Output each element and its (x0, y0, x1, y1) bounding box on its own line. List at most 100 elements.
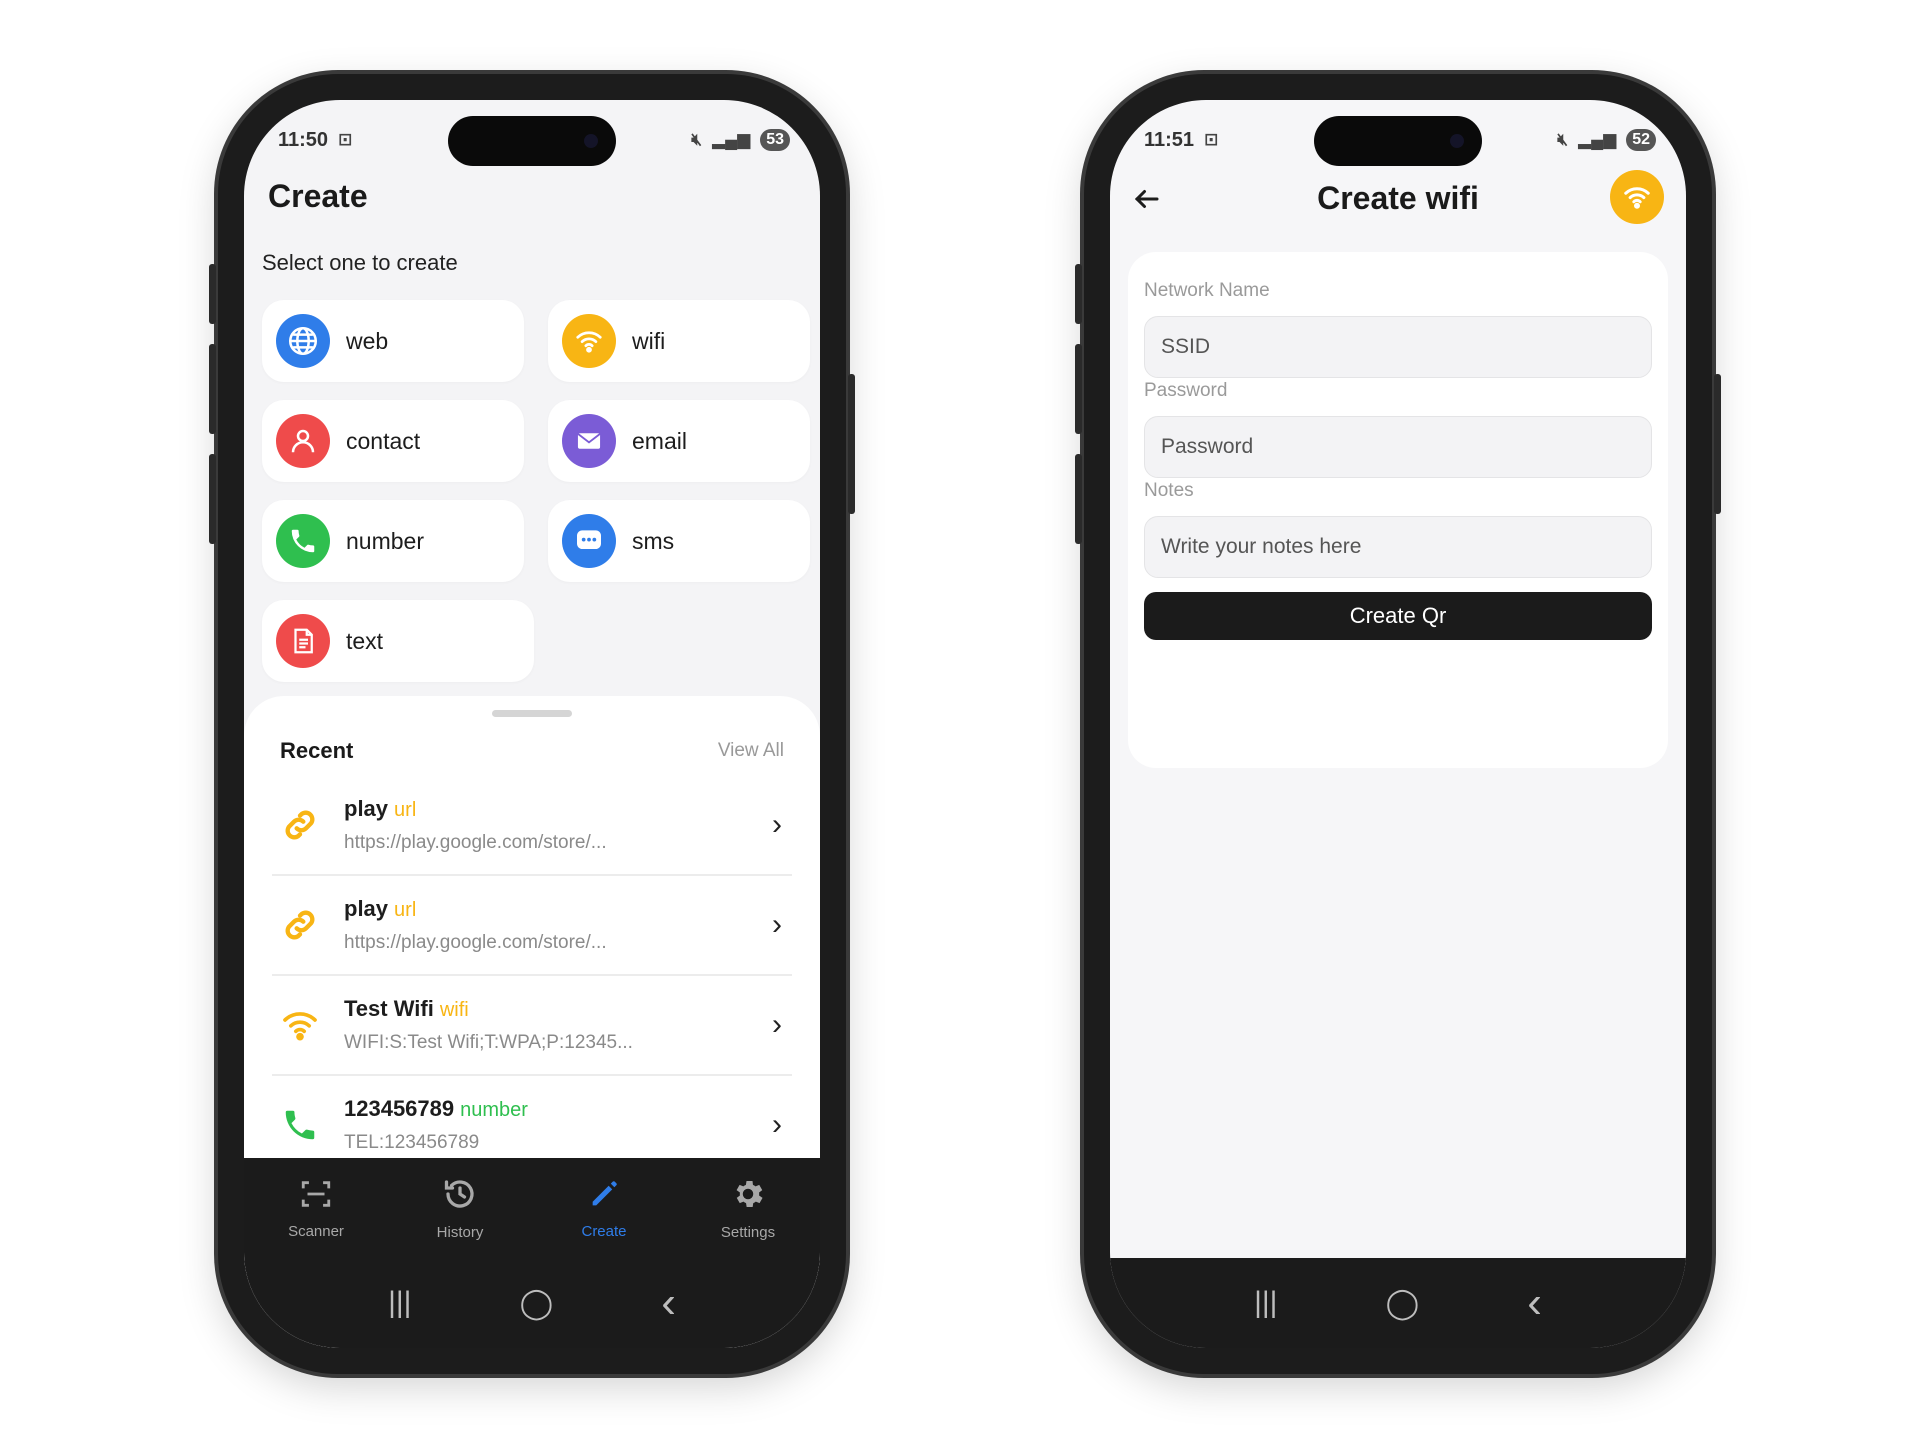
phone-side-button (848, 374, 855, 514)
home-button[interactable]: ◯ (520, 1286, 554, 1321)
chevron-right-icon: › (772, 808, 782, 841)
recent-item-type: url (394, 799, 417, 821)
back-button[interactable]: ‹ (661, 1278, 676, 1328)
recent-item-type: wifi (439, 999, 469, 1021)
view-all-link[interactable]: View All (718, 740, 784, 762)
nav-label: History (436, 1223, 484, 1241)
tile-web[interactable]: web (262, 300, 524, 382)
sheet-drag-handle[interactable] (492, 710, 572, 717)
recent-item-title: 123456789 (344, 1096, 455, 1121)
nav-label: Create (581, 1222, 627, 1240)
tile-label: email (632, 427, 687, 454)
chat-icon (562, 514, 616, 568)
history-icon (442, 1176, 478, 1218)
system-navigation-bar: ||| ◯ ‹ (244, 1258, 820, 1348)
document-icon (276, 614, 330, 668)
gear-icon (730, 1176, 766, 1218)
recent-item[interactable]: Test Wifi wifi WIFI:S:Test Wifi;T:WPA;P:1… (272, 976, 792, 1076)
create-wifi-screen: 11:51 ⊡ 🔇︎ ▂▄▆ 52 Create wifi Network Na… (1110, 100, 1686, 1348)
bottom-navigation: Scanner History Create Settings (244, 1158, 820, 1258)
signal-icon: ▂▄▆ (712, 130, 751, 149)
tile-email[interactable]: email (548, 400, 810, 482)
tile-number[interactable]: number (262, 500, 524, 582)
link-icon (272, 805, 328, 845)
battery-badge: 52 (1626, 129, 1656, 151)
scanner-icon (299, 1177, 333, 1217)
recent-item-subtitle: WIFI:S:Test Wifi;T:WPA;P:12345... (344, 1032, 633, 1053)
nav-scanner[interactable]: Scanner (256, 1177, 376, 1240)
phone-side-button (209, 454, 216, 544)
page-subtitle: Select one to create (262, 250, 458, 275)
tile-label: contact (346, 427, 421, 454)
recent-item-title: play (344, 896, 389, 921)
recent-heading: Recent (280, 738, 354, 763)
password-label: Password (1144, 380, 1228, 401)
screenshot-icon: ⊡ (338, 130, 353, 149)
recents-button[interactable]: ||| (388, 1286, 411, 1320)
wifi-icon (272, 1005, 328, 1045)
back-button[interactable]: ‹ (1527, 1278, 1542, 1328)
phone-create: 11:50 ⊡ 🔇︎ ▂▄▆ 53 Create Select one to c… (209, 74, 855, 1374)
tile-contact[interactable]: contact (262, 400, 524, 482)
nav-history[interactable]: History (400, 1176, 520, 1241)
tile-label: text (346, 627, 384, 654)
nav-label: Scanner (288, 1222, 344, 1240)
tile-text[interactable]: text (262, 600, 534, 682)
network-name-label: Network Name (1144, 280, 1270, 301)
home-button[interactable]: ◯ (1386, 1286, 1420, 1321)
mail-icon (562, 414, 616, 468)
create-qr-button[interactable]: Create Qr (1144, 592, 1652, 640)
tile-wifi[interactable]: wifi (548, 300, 810, 382)
recent-item-title: Test Wifi (344, 996, 434, 1021)
globe-icon (276, 314, 330, 368)
phone-create-wifi: 11:51 ⊡ 🔇︎ ▂▄▆ 52 Create wifi Network Na… (1075, 74, 1721, 1374)
dynamic-island (1314, 116, 1482, 166)
mute-icon: 🔇︎ (1557, 130, 1568, 149)
status-time: 11:50 (278, 128, 329, 151)
recent-item[interactable]: play url https://play.google.com/store/..… (272, 776, 792, 876)
phone-icon (272, 1106, 328, 1144)
chevron-right-icon: › (772, 908, 782, 941)
chevron-right-icon: › (772, 1108, 782, 1141)
phone-side-button (209, 344, 216, 434)
recent-item-subtitle: https://play.google.com/store/... (344, 932, 607, 953)
status-time: 11:51 (1144, 128, 1195, 151)
recent-item-type: number (460, 1099, 528, 1121)
notes-label: Notes (1144, 480, 1194, 501)
wifi-icon (562, 314, 616, 368)
phone-side-button (1714, 374, 1721, 514)
link-icon (272, 905, 328, 945)
recent-item-type: url (394, 899, 417, 921)
app-header: Create wifi (1110, 166, 1686, 246)
phone-side-button (1075, 264, 1082, 324)
create-screen: 11:50 ⊡ 🔇︎ ▂▄▆ 53 Create Select one to c… (244, 100, 820, 1348)
tile-sms[interactable]: sms (548, 500, 810, 582)
phone-side-button (209, 264, 216, 324)
ssid-input[interactable]: SSID (1144, 316, 1652, 378)
signal-icon: ▂▄▆ (1578, 130, 1617, 149)
phone-side-button (1075, 344, 1082, 434)
recents-button[interactable]: ||| (1254, 1286, 1277, 1320)
page-title: Create wifi (1317, 180, 1479, 216)
chevron-right-icon: › (772, 1008, 782, 1041)
user-icon (276, 414, 330, 468)
recent-item-subtitle: TEL:123456789 (344, 1132, 480, 1153)
recent-item-subtitle: https://play.google.com/store/... (344, 832, 607, 853)
password-input[interactable]: Password (1144, 416, 1652, 478)
notes-input[interactable]: Write your notes here (1144, 516, 1652, 578)
battery-badge: 53 (760, 129, 790, 151)
wifi-form: Network Name SSID Password Password Note… (1128, 252, 1668, 768)
tile-label: number (346, 527, 424, 554)
tile-label: sms (632, 527, 675, 554)
wifi-icon (1610, 170, 1664, 224)
screenshot-icon: ⊡ (1204, 130, 1219, 149)
pencil-icon (587, 1177, 621, 1217)
page-title: Create (268, 178, 368, 214)
nav-create[interactable]: Create (544, 1177, 664, 1240)
dynamic-island (448, 116, 616, 166)
phone-icon (276, 514, 330, 568)
nav-label: Settings (720, 1223, 776, 1241)
recent-item[interactable]: play url https://play.google.com/store/..… (272, 876, 792, 976)
nav-settings[interactable]: Settings (688, 1176, 808, 1241)
tile-label: wifi (632, 327, 666, 354)
